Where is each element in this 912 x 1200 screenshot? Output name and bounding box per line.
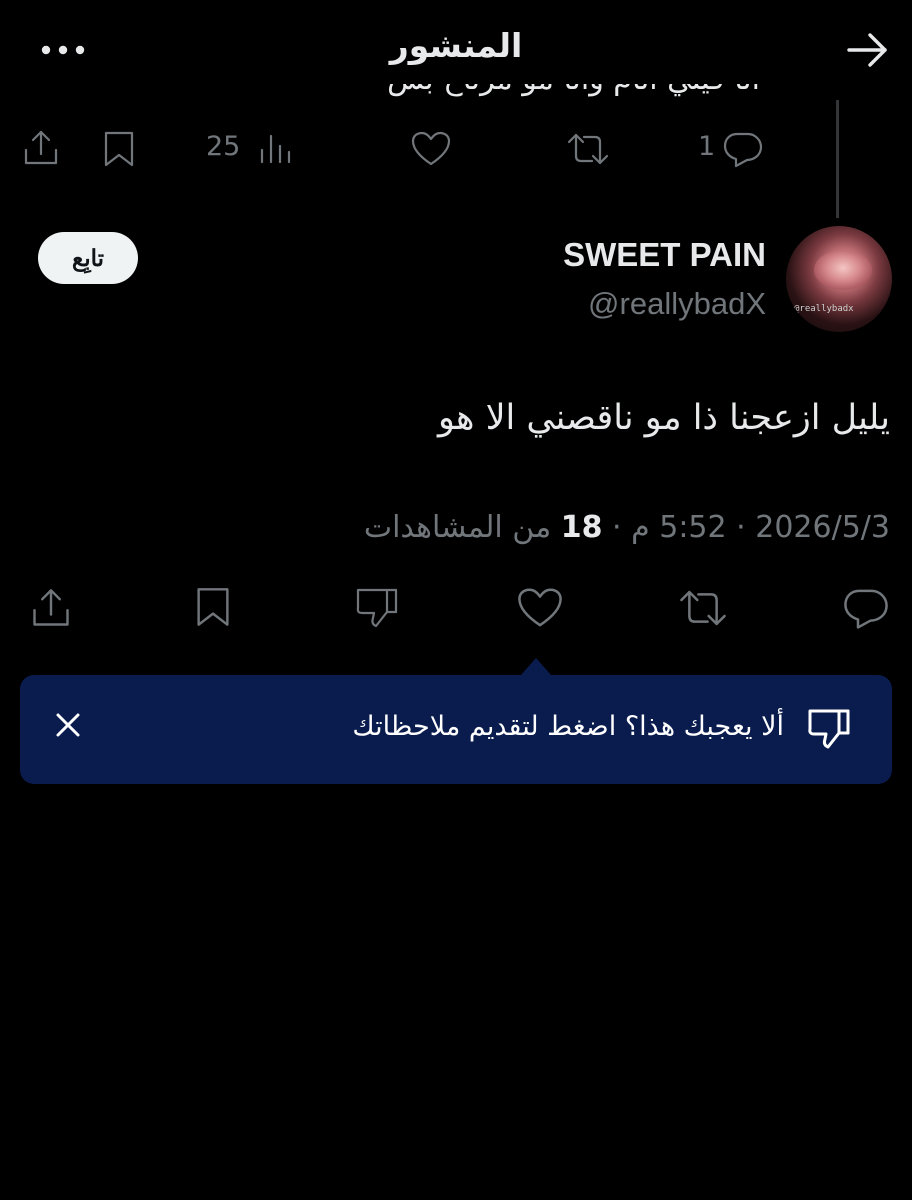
- back-button[interactable]: [846, 30, 890, 70]
- post-text: يليل ازعجنا ذا مو ناقصني الا هو: [437, 398, 890, 438]
- share-icon: [33, 589, 69, 626]
- bookmark-button-previous[interactable]: [102, 130, 136, 168]
- avatar-watermark: @reallybadx: [794, 304, 854, 314]
- views-label: من المشاهدات: [363, 510, 552, 545]
- follow-button[interactable]: تابِع: [38, 232, 138, 284]
- page-title: المنشور: [389, 26, 523, 65]
- toast-pointer: [520, 658, 552, 676]
- author-name[interactable]: SWEET PAIN: [563, 236, 766, 274]
- views-count: 18: [560, 510, 603, 545]
- analytics-icon: [260, 134, 291, 164]
- author-handle[interactable]: @reallybadX: [588, 286, 766, 322]
- share-button[interactable]: [30, 586, 72, 630]
- repost-icon: [680, 590, 726, 626]
- thread-connector-line: [836, 100, 839, 218]
- reply-icon: [844, 589, 888, 629]
- thumbs-down-icon: [356, 588, 398, 628]
- views-button-previous[interactable]: [258, 132, 292, 166]
- repost-button[interactable]: [678, 586, 728, 630]
- reply-button[interactable]: [842, 586, 890, 630]
- arrow-right-icon: [847, 33, 887, 67]
- bookmark-button[interactable]: [194, 586, 232, 628]
- repost-icon: [567, 133, 609, 165]
- share-icon: [24, 130, 58, 165]
- avatar[interactable]: @reallybadx: [786, 226, 892, 332]
- like-button-previous[interactable]: [410, 130, 452, 168]
- bookmark-icon: [104, 131, 134, 167]
- post-time[interactable]: 5:52 م: [631, 510, 727, 545]
- heart-icon: [518, 588, 562, 627]
- toast-message: ألا يعجبك هذا؟ اضغط لتقديم ملاحظاتك: [352, 711, 784, 742]
- views-count-previous: 25: [206, 131, 241, 162]
- reply-count-previous: 1: [698, 131, 716, 162]
- previous-post-text-fragment: أنا فيني أنام وأنا مو مرتاح بس: [280, 84, 760, 104]
- bookmark-icon: [197, 588, 229, 626]
- reply-icon: [723, 132, 763, 168]
- heart-icon: [411, 131, 451, 166]
- close-icon: [56, 713, 80, 737]
- close-toast-button[interactable]: [54, 711, 82, 739]
- post-meta: 2026/5/3 · 5:52 م · 18 من المشاهدات: [363, 510, 890, 545]
- post-date[interactable]: 2026/5/3: [755, 510, 890, 545]
- avatar-image: [814, 250, 872, 290]
- feedback-toast[interactable]: ألا يعجبك هذا؟ اضغط لتقديم ملاحظاتك: [20, 675, 892, 784]
- like-button[interactable]: [516, 586, 564, 630]
- share-button-previous[interactable]: [22, 128, 60, 168]
- dislike-button[interactable]: [354, 586, 400, 630]
- repost-button-previous[interactable]: [566, 130, 610, 168]
- thumbs-down-icon: [806, 707, 852, 751]
- reply-button-previous[interactable]: [722, 130, 764, 168]
